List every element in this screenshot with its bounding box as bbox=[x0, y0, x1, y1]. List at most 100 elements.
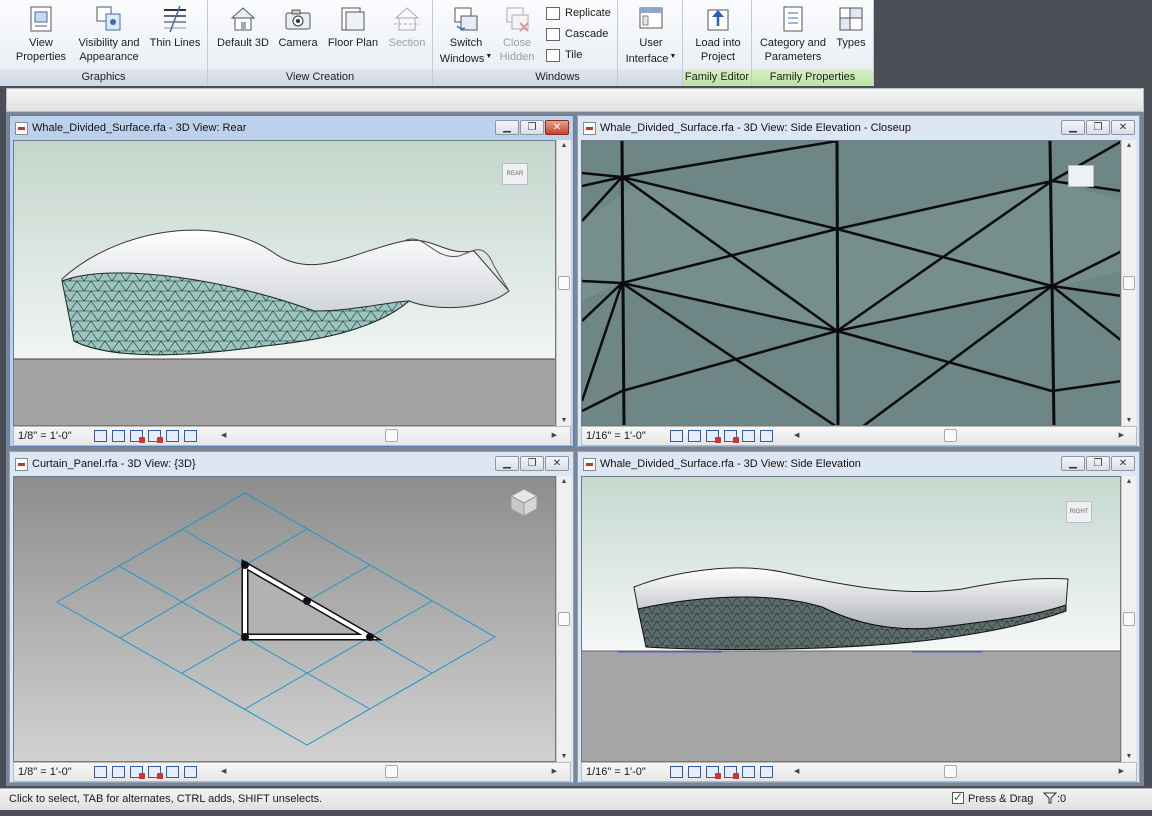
horizontal-scrollbar[interactable]: ◀ ▶ bbox=[219, 765, 559, 779]
horizontal-scrollbar[interactable]: ◀ ▶ bbox=[219, 429, 559, 443]
category-parameters-button[interactable]: Category and Parameters bbox=[756, 4, 830, 64]
temporary-hide-icon[interactable] bbox=[760, 430, 773, 442]
thin-lines-button[interactable]: Thin Lines bbox=[146, 4, 204, 50]
types-button[interactable]: Types bbox=[832, 4, 870, 50]
model-graphics-style-icon[interactable] bbox=[112, 766, 125, 778]
close-hidden-button[interactable]: Close Hidden bbox=[495, 4, 539, 64]
horizontal-scrollbar[interactable]: ◀ ▶ bbox=[792, 429, 1126, 443]
scroll-up-icon[interactable]: ▲ bbox=[557, 478, 571, 485]
view-cube[interactable]: RIGHT bbox=[1066, 501, 1092, 523]
close-button[interactable]: ✕ bbox=[545, 120, 569, 135]
window-titlebar[interactable]: Curtain_Panel.rfa - 3D View: {3D} ▁ ❐ ✕ bbox=[10, 452, 573, 476]
replicate-button[interactable]: Replicate bbox=[546, 4, 611, 22]
press-drag-checkbox[interactable] bbox=[952, 790, 964, 804]
horizontal-scrollbar[interactable]: ◀ ▶ bbox=[792, 765, 1126, 779]
shadows-icon[interactable] bbox=[706, 766, 721, 779]
window-titlebar[interactable]: Whale_Divided_Surface.rfa - 3D View: Sid… bbox=[578, 116, 1139, 140]
minimize-button[interactable]: ▁ bbox=[1061, 120, 1085, 135]
vertical-scrollbar[interactable]: ▲ ▼ bbox=[1121, 476, 1136, 762]
minimize-button[interactable]: ▁ bbox=[495, 120, 519, 135]
view-cube[interactable] bbox=[1068, 165, 1094, 187]
visibility-appearance-button[interactable]: Visibility and Appearance bbox=[76, 4, 142, 64]
user-interface-button[interactable]: User Interface▼ bbox=[622, 4, 680, 66]
load-into-project-button[interactable]: Load into Project bbox=[687, 4, 749, 64]
view-scale[interactable]: 1/8" = 1'-0" bbox=[18, 430, 72, 442]
scroll-thumb[interactable] bbox=[1123, 276, 1135, 290]
crop-view-icon[interactable] bbox=[724, 766, 739, 779]
close-button[interactable]: ✕ bbox=[1111, 456, 1135, 471]
scroll-up-icon[interactable]: ▲ bbox=[1122, 142, 1136, 149]
scroll-down-icon[interactable]: ▼ bbox=[557, 417, 571, 424]
scroll-down-icon[interactable]: ▼ bbox=[1122, 417, 1136, 424]
scroll-right-icon[interactable]: ▶ bbox=[552, 429, 557, 442]
crop-view-icon[interactable] bbox=[148, 766, 163, 779]
view-cube-3d[interactable] bbox=[509, 487, 539, 520]
scroll-thumb[interactable] bbox=[1123, 612, 1135, 626]
view-window-curtain-panel-3d[interactable]: Curtain_Panel.rfa - 3D View: {3D} ▁ ❐ ✕ bbox=[9, 451, 574, 783]
detail-level-icon[interactable] bbox=[94, 766, 107, 778]
selection-filter[interactable]: :0 bbox=[1042, 792, 1066, 805]
viewport-canvas[interactable] bbox=[581, 140, 1121, 426]
scroll-thumb[interactable] bbox=[558, 612, 570, 626]
vertical-scrollbar[interactable]: ▲ ▼ bbox=[1121, 140, 1136, 426]
restore-button[interactable]: ❐ bbox=[520, 120, 544, 135]
show-crop-region-icon[interactable] bbox=[742, 766, 755, 778]
viewport-canvas[interactable]: REAR bbox=[13, 140, 556, 426]
show-crop-region-icon[interactable] bbox=[742, 430, 755, 442]
detail-level-icon[interactable] bbox=[670, 766, 683, 778]
restore-button[interactable]: ❐ bbox=[520, 456, 544, 471]
minimize-button[interactable]: ▁ bbox=[495, 456, 519, 471]
view-window-side-elevation-closeup[interactable]: Whale_Divided_Surface.rfa - 3D View: Sid… bbox=[577, 115, 1140, 447]
model-graphics-style-icon[interactable] bbox=[688, 766, 701, 778]
temporary-hide-icon[interactable] bbox=[184, 430, 197, 442]
scroll-thumb[interactable] bbox=[385, 429, 398, 442]
scroll-thumb[interactable] bbox=[944, 429, 957, 442]
crop-view-icon[interactable] bbox=[724, 430, 739, 443]
press-drag-toggle[interactable]: Press & Drag bbox=[952, 790, 1033, 805]
show-crop-region-icon[interactable] bbox=[166, 430, 179, 442]
default-3d-button[interactable]: Default 3D bbox=[214, 4, 272, 50]
viewport-canvas[interactable] bbox=[13, 476, 556, 762]
scroll-right-icon[interactable]: ▶ bbox=[552, 765, 557, 778]
view-properties-button[interactable]: View Properties bbox=[10, 4, 72, 64]
view-scale[interactable]: 1/16" = 1'-0" bbox=[586, 430, 646, 442]
scroll-thumb[interactable] bbox=[558, 276, 570, 290]
scroll-left-icon[interactable]: ◀ bbox=[794, 429, 799, 442]
view-window-rear[interactable]: Whale_Divided_Surface.rfa - 3D View: Rea… bbox=[9, 115, 574, 447]
view-window-side-elevation[interactable]: Whale_Divided_Surface.rfa - 3D View: Sid… bbox=[577, 451, 1140, 783]
scroll-down-icon[interactable]: ▼ bbox=[557, 753, 571, 760]
vertical-scrollbar[interactable]: ▲ ▼ bbox=[556, 140, 571, 426]
view-scale[interactable]: 1/8" = 1'-0" bbox=[18, 766, 72, 778]
vertical-scrollbar[interactable]: ▲ ▼ bbox=[556, 476, 571, 762]
camera-button[interactable]: Camera bbox=[274, 4, 322, 50]
close-button[interactable]: ✕ bbox=[1111, 120, 1135, 135]
scroll-up-icon[interactable]: ▲ bbox=[557, 142, 571, 149]
scroll-left-icon[interactable]: ◀ bbox=[794, 765, 799, 778]
model-graphics-style-icon[interactable] bbox=[688, 430, 701, 442]
tile-button[interactable]: Tile bbox=[546, 46, 582, 64]
show-crop-region-icon[interactable] bbox=[166, 766, 179, 778]
view-scale[interactable]: 1/16" = 1'-0" bbox=[586, 766, 646, 778]
scroll-thumb[interactable] bbox=[385, 765, 398, 778]
switch-windows-button[interactable]: Switch Windows▼ bbox=[437, 4, 495, 66]
minimize-button[interactable]: ▁ bbox=[1061, 456, 1085, 471]
view-cube[interactable]: REAR bbox=[502, 163, 528, 185]
scroll-right-icon[interactable]: ▶ bbox=[1119, 765, 1124, 778]
detail-level-icon[interactable] bbox=[670, 430, 683, 442]
restore-button[interactable]: ❐ bbox=[1086, 456, 1110, 471]
window-titlebar[interactable]: Whale_Divided_Surface.rfa - 3D View: Rea… bbox=[10, 116, 573, 140]
close-button[interactable]: ✕ bbox=[545, 456, 569, 471]
floor-plan-button[interactable]: Floor Plan bbox=[324, 4, 382, 50]
temporary-hide-icon[interactable] bbox=[760, 766, 773, 778]
shadows-icon[interactable] bbox=[130, 430, 145, 443]
viewport-canvas[interactable]: RIGHT bbox=[581, 476, 1121, 762]
scroll-thumb[interactable] bbox=[944, 765, 957, 778]
restore-button[interactable]: ❐ bbox=[1086, 120, 1110, 135]
scroll-left-icon[interactable]: ◀ bbox=[221, 765, 226, 778]
temporary-hide-icon[interactable] bbox=[184, 766, 197, 778]
scroll-up-icon[interactable]: ▲ bbox=[1122, 478, 1136, 485]
detail-level-icon[interactable] bbox=[94, 430, 107, 442]
cascade-button[interactable]: Cascade bbox=[546, 25, 608, 43]
crop-view-icon[interactable] bbox=[148, 430, 163, 443]
scroll-down-icon[interactable]: ▼ bbox=[1122, 753, 1136, 760]
